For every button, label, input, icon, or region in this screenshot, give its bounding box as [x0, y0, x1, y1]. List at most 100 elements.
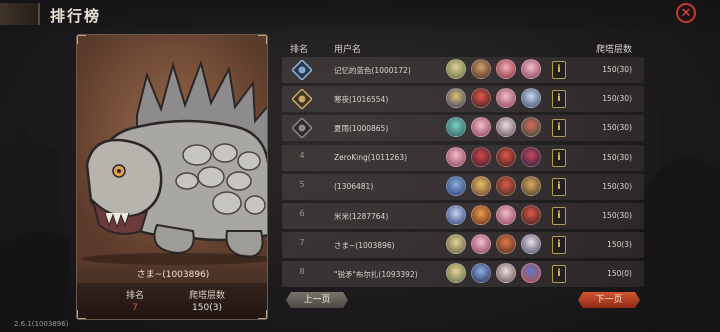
hero-avatar-icon[interactable]	[496, 234, 516, 254]
hero-avatar-icon[interactable]	[471, 263, 491, 283]
close-icon[interactable]: ✕	[676, 3, 696, 23]
username: 寒夜(1016554)	[334, 95, 389, 104]
prev-page-button[interactable]: 上一页	[286, 292, 348, 308]
username: 夏雨(1000865)	[334, 124, 389, 133]
info-icon[interactable]: i	[552, 236, 566, 254]
hero-avatar-icon[interactable]	[471, 205, 491, 225]
page-title: 排行榜	[50, 7, 102, 25]
column-header-rank: 排名	[290, 45, 309, 55]
hero-avatar-icon[interactable]	[446, 176, 466, 196]
table-row[interactable]: 8 "锐矛"布尔扎(1093392) i 150(0)	[282, 261, 644, 287]
rank-value: 7	[132, 303, 138, 313]
table-row[interactable]: 5 (1306481) i 150(30)	[282, 174, 644, 200]
table-row[interactable]: 4 ZeroKing(1011263) i 150(30)	[282, 145, 644, 171]
column-header-user: 用户名	[334, 45, 362, 55]
hero-avatar-icon[interactable]	[521, 205, 541, 225]
floor-count: 150(0)	[607, 269, 632, 278]
dinosaur-illustration	[77, 35, 267, 265]
info-icon[interactable]: i	[552, 61, 566, 79]
floor-label: 爬塔层数	[188, 291, 225, 301]
column-header-floor: 爬塔层数	[596, 45, 633, 55]
hero-avatar-icon[interactable]	[521, 263, 541, 283]
rank-3-badge-icon	[292, 118, 312, 138]
team-avatars	[446, 234, 546, 256]
hero-avatar-icon[interactable]	[496, 147, 516, 167]
rank-label: 排名	[125, 291, 144, 301]
table-row[interactable]: 夏雨(1000865) i 150(30)	[282, 115, 644, 141]
player-card: さま~(1003896) 排名 7 爬塔层数 150(3)	[76, 34, 268, 320]
rank-number: 4	[299, 151, 305, 160]
username: さま~(1003896)	[334, 241, 395, 250]
floor-count: 150(30)	[602, 123, 632, 132]
team-avatars	[446, 117, 546, 139]
info-icon[interactable]: i	[552, 265, 566, 283]
hero-avatar-icon[interactable]	[446, 117, 466, 137]
hero-avatar-icon[interactable]	[521, 176, 541, 196]
table-row[interactable]: 记忆的蓝色(1000172) i 150(30)	[282, 57, 644, 83]
hero-avatar-icon[interactable]	[471, 59, 491, 79]
rank-number: 7	[299, 238, 305, 247]
header-bar: 排行榜 ✕	[0, 0, 720, 30]
hero-avatar-icon[interactable]	[471, 234, 491, 254]
hero-avatar-icon[interactable]	[496, 205, 516, 225]
hero-avatar-icon[interactable]	[471, 176, 491, 196]
rank-number: 8	[299, 267, 305, 276]
rank-number: 5	[299, 180, 305, 189]
player-stats: 排名 7 爬塔层数 150(3)	[77, 283, 267, 319]
info-icon[interactable]: i	[552, 149, 566, 167]
username: ZeroKing(1011263)	[334, 153, 408, 162]
username: (1306481)	[334, 182, 374, 191]
team-avatars	[446, 88, 546, 110]
hero-avatar-icon[interactable]	[521, 117, 541, 137]
hero-avatar-icon[interactable]	[496, 263, 516, 283]
hero-avatar-icon[interactable]	[521, 88, 541, 108]
username: 米米(1287764)	[334, 212, 389, 221]
hero-avatar-icon[interactable]	[471, 88, 491, 108]
hero-avatar-icon[interactable]	[496, 117, 516, 137]
table-row[interactable]: 寒夜(1016554) i 150(30)	[282, 86, 644, 112]
team-avatars	[446, 147, 546, 169]
hero-avatar-icon[interactable]	[446, 59, 466, 79]
hero-avatar-icon[interactable]	[496, 176, 516, 196]
corner-ornament	[258, 35, 267, 44]
hero-avatar-icon[interactable]	[471, 147, 491, 167]
floor-count: 150(30)	[602, 94, 632, 103]
info-icon[interactable]: i	[552, 207, 566, 225]
info-icon[interactable]: i	[552, 119, 566, 137]
corner-ornament	[77, 35, 86, 44]
corner-ornament	[77, 310, 86, 319]
rank-stat: 排名 7	[95, 288, 175, 313]
info-icon[interactable]: i	[552, 90, 566, 108]
floor-count: 150(30)	[602, 153, 632, 162]
hero-avatar-icon[interactable]	[446, 88, 466, 108]
floor-count: 150(30)	[602, 182, 632, 191]
hero-avatar-icon[interactable]	[521, 59, 541, 79]
floor-value: 150(3)	[192, 303, 222, 313]
hero-avatar-icon[interactable]	[446, 234, 466, 254]
floor-stat: 爬塔层数 150(3)	[167, 288, 247, 313]
rank-number: 6	[299, 209, 305, 218]
hero-avatar-icon[interactable]	[496, 59, 516, 79]
table-row[interactable]: 6 米米(1287764) i 150(30)	[282, 203, 644, 229]
table-row[interactable]: 7 さま~(1003896) i 150(3)	[282, 232, 644, 258]
hero-avatar-icon[interactable]	[521, 234, 541, 254]
info-icon[interactable]: i	[552, 178, 566, 196]
player-name: さま~(1003896)	[136, 270, 210, 280]
hero-avatar-icon[interactable]	[471, 117, 491, 137]
floor-count: 150(30)	[602, 65, 632, 74]
hero-avatar-icon[interactable]	[496, 88, 516, 108]
team-avatars	[446, 176, 546, 198]
hero-avatar-icon[interactable]	[446, 147, 466, 167]
next-page-button[interactable]: 下一页	[578, 292, 640, 308]
rank-1-badge-icon	[292, 60, 312, 80]
hero-avatar-icon[interactable]	[446, 263, 466, 283]
team-avatars	[446, 205, 546, 227]
corner-ornament	[258, 310, 267, 319]
header-emblem	[0, 3, 40, 25]
username: "锐矛"布尔扎(1093392)	[334, 270, 418, 279]
hero-avatar-icon[interactable]	[521, 147, 541, 167]
floor-count: 150(30)	[602, 211, 632, 220]
hero-avatar-icon[interactable]	[446, 205, 466, 225]
team-avatars	[446, 59, 546, 81]
rank-2-badge-icon	[292, 89, 312, 109]
